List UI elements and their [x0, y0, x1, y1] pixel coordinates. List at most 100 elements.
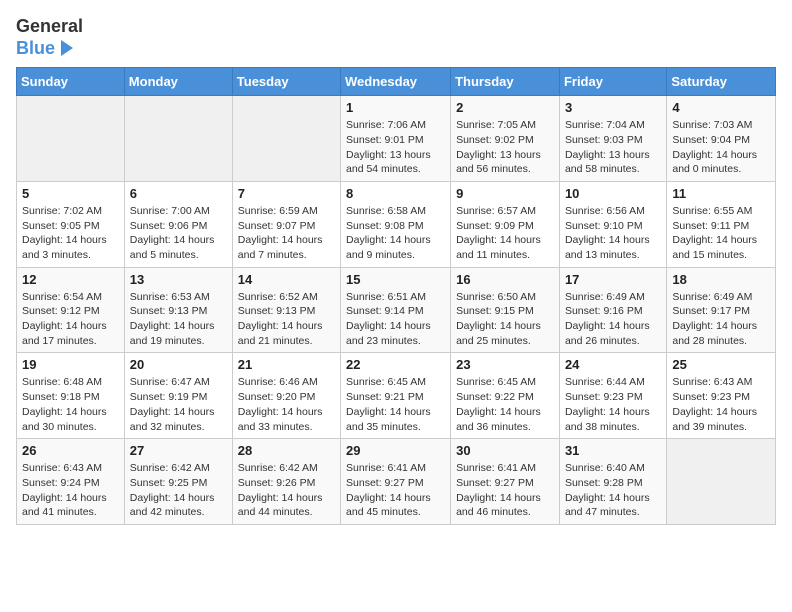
day-of-week-header: Tuesday — [232, 68, 340, 96]
day-info: Sunrise: 6:43 AMSunset: 9:24 PMDaylight:… — [22, 461, 119, 520]
day-number: 28 — [238, 443, 335, 458]
calendar-cell: 10 Sunrise: 6:56 AMSunset: 9:10 PMDayligh… — [559, 181, 666, 267]
day-number: 3 — [565, 100, 661, 115]
day-number: 9 — [456, 186, 554, 201]
calendar-cell: 27 Sunrise: 6:42 AMSunset: 9:25 PMDayligh… — [124, 439, 232, 525]
calendar-cell: 11 Sunrise: 6:55 AMSunset: 9:11 PMDayligh… — [667, 181, 776, 267]
day-info: Sunrise: 7:00 AMSunset: 9:06 PMDaylight:… — [130, 204, 227, 263]
day-number: 15 — [346, 272, 445, 287]
day-number: 8 — [346, 186, 445, 201]
day-number: 10 — [565, 186, 661, 201]
calendar-cell: 6 Sunrise: 7:00 AMSunset: 9:06 PMDaylight… — [124, 181, 232, 267]
calendar-cell: 25 Sunrise: 6:43 AMSunset: 9:23 PMDayligh… — [667, 353, 776, 439]
calendar-cell: 31 Sunrise: 6:40 AMSunset: 9:28 PMDayligh… — [559, 439, 666, 525]
calendar-cell: 2 Sunrise: 7:05 AMSunset: 9:02 PMDaylight… — [451, 96, 560, 182]
day-info: Sunrise: 6:42 AMSunset: 9:25 PMDaylight:… — [130, 461, 227, 520]
calendar-cell: 15 Sunrise: 6:51 AMSunset: 9:14 PMDayligh… — [341, 267, 451, 353]
day-number: 20 — [130, 357, 227, 372]
day-info: Sunrise: 7:05 AMSunset: 9:02 PMDaylight:… — [456, 118, 554, 177]
calendar-cell: 8 Sunrise: 6:58 AMSunset: 9:08 PMDaylight… — [341, 181, 451, 267]
day-number: 29 — [346, 443, 445, 458]
day-number: 14 — [238, 272, 335, 287]
day-number: 2 — [456, 100, 554, 115]
day-number: 25 — [672, 357, 770, 372]
calendar-cell — [232, 96, 340, 182]
day-info: Sunrise: 6:58 AMSunset: 9:08 PMDaylight:… — [346, 204, 445, 263]
day-number: 24 — [565, 357, 661, 372]
day-number: 12 — [22, 272, 119, 287]
logo: GeneralBlue — [16, 16, 83, 59]
day-number: 26 — [22, 443, 119, 458]
day-number: 13 — [130, 272, 227, 287]
day-info: Sunrise: 6:46 AMSunset: 9:20 PMDaylight:… — [238, 375, 335, 434]
day-info: Sunrise: 6:57 AMSunset: 9:09 PMDaylight:… — [456, 204, 554, 263]
calendar-cell — [667, 439, 776, 525]
day-info: Sunrise: 6:43 AMSunset: 9:23 PMDaylight:… — [672, 375, 770, 434]
day-of-week-header: Wednesday — [341, 68, 451, 96]
calendar-cell: 4 Sunrise: 7:03 AMSunset: 9:04 PMDaylight… — [667, 96, 776, 182]
day-info: Sunrise: 6:56 AMSunset: 9:10 PMDaylight:… — [565, 204, 661, 263]
day-info: Sunrise: 6:51 AMSunset: 9:14 PMDaylight:… — [346, 290, 445, 349]
day-number: 5 — [22, 186, 119, 201]
calendar-cell: 24 Sunrise: 6:44 AMSunset: 9:23 PMDayligh… — [559, 353, 666, 439]
day-info: Sunrise: 6:50 AMSunset: 9:15 PMDaylight:… — [456, 290, 554, 349]
calendar-cell: 16 Sunrise: 6:50 AMSunset: 9:15 PMDayligh… — [451, 267, 560, 353]
day-of-week-header: Thursday — [451, 68, 560, 96]
day-info: Sunrise: 6:44 AMSunset: 9:23 PMDaylight:… — [565, 375, 661, 434]
day-info: Sunrise: 6:45 AMSunset: 9:21 PMDaylight:… — [346, 375, 445, 434]
day-number: 6 — [130, 186, 227, 201]
calendar-cell — [124, 96, 232, 182]
calendar-cell: 26 Sunrise: 6:43 AMSunset: 9:24 PMDayligh… — [17, 439, 125, 525]
day-number: 4 — [672, 100, 770, 115]
day-info: Sunrise: 6:55 AMSunset: 9:11 PMDaylight:… — [672, 204, 770, 263]
day-info: Sunrise: 6:54 AMSunset: 9:12 PMDaylight:… — [22, 290, 119, 349]
calendar-cell: 22 Sunrise: 6:45 AMSunset: 9:21 PMDayligh… — [341, 353, 451, 439]
day-info: Sunrise: 6:41 AMSunset: 9:27 PMDaylight:… — [456, 461, 554, 520]
calendar-cell: 9 Sunrise: 6:57 AMSunset: 9:09 PMDaylight… — [451, 181, 560, 267]
day-of-week-header: Monday — [124, 68, 232, 96]
day-info: Sunrise: 6:45 AMSunset: 9:22 PMDaylight:… — [456, 375, 554, 434]
day-number: 16 — [456, 272, 554, 287]
day-of-week-header: Sunday — [17, 68, 125, 96]
day-number: 30 — [456, 443, 554, 458]
calendar-cell: 19 Sunrise: 6:48 AMSunset: 9:18 PMDayligh… — [17, 353, 125, 439]
day-info: Sunrise: 6:41 AMSunset: 9:27 PMDaylight:… — [346, 461, 445, 520]
day-info: Sunrise: 6:47 AMSunset: 9:19 PMDaylight:… — [130, 375, 227, 434]
day-info: Sunrise: 7:02 AMSunset: 9:05 PMDaylight:… — [22, 204, 119, 263]
day-number: 19 — [22, 357, 119, 372]
day-number: 31 — [565, 443, 661, 458]
day-info: Sunrise: 6:40 AMSunset: 9:28 PMDaylight:… — [565, 461, 661, 520]
day-info: Sunrise: 7:04 AMSunset: 9:03 PMDaylight:… — [565, 118, 661, 177]
day-number: 18 — [672, 272, 770, 287]
day-number: 17 — [565, 272, 661, 287]
day-info: Sunrise: 7:06 AMSunset: 9:01 PMDaylight:… — [346, 118, 445, 177]
calendar-table: SundayMondayTuesdayWednesdayThursdayFrid… — [16, 67, 776, 525]
calendar-cell: 29 Sunrise: 6:41 AMSunset: 9:27 PMDayligh… — [341, 439, 451, 525]
calendar-cell — [17, 96, 125, 182]
calendar-cell: 12 Sunrise: 6:54 AMSunset: 9:12 PMDayligh… — [17, 267, 125, 353]
calendar-cell: 30 Sunrise: 6:41 AMSunset: 9:27 PMDayligh… — [451, 439, 560, 525]
day-number: 22 — [346, 357, 445, 372]
day-number: 23 — [456, 357, 554, 372]
day-number: 7 — [238, 186, 335, 201]
calendar-cell: 28 Sunrise: 6:42 AMSunset: 9:26 PMDayligh… — [232, 439, 340, 525]
calendar-cell: 18 Sunrise: 6:49 AMSunset: 9:17 PMDayligh… — [667, 267, 776, 353]
calendar-cell: 14 Sunrise: 6:52 AMSunset: 9:13 PMDayligh… — [232, 267, 340, 353]
day-info: Sunrise: 6:49 AMSunset: 9:17 PMDaylight:… — [672, 290, 770, 349]
day-number: 11 — [672, 186, 770, 201]
day-info: Sunrise: 6:52 AMSunset: 9:13 PMDaylight:… — [238, 290, 335, 349]
day-of-week-header: Friday — [559, 68, 666, 96]
day-number: 27 — [130, 443, 227, 458]
day-number: 1 — [346, 100, 445, 115]
day-info: Sunrise: 7:03 AMSunset: 9:04 PMDaylight:… — [672, 118, 770, 177]
calendar-cell: 21Sunrise: 6:46 AMSunset: 9:20 PMDayligh… — [232, 353, 340, 439]
day-info: Sunrise: 6:59 AMSunset: 9:07 PMDaylight:… — [238, 204, 335, 263]
calendar-cell: 23 Sunrise: 6:45 AMSunset: 9:22 PMDayligh… — [451, 353, 560, 439]
day-info: Sunrise: 6:48 AMSunset: 9:18 PMDaylight:… — [22, 375, 119, 434]
calendar-cell: 13Sunrise: 6:53 AMSunset: 9:13 PMDayligh… — [124, 267, 232, 353]
day-info: Sunrise: 6:49 AMSunset: 9:16 PMDaylight:… — [565, 290, 661, 349]
calendar-cell: 20 Sunrise: 6:47 AMSunset: 9:19 PMDayligh… — [124, 353, 232, 439]
calendar-cell: 1 Sunrise: 7:06 AMSunset: 9:01 PMDaylight… — [341, 96, 451, 182]
calendar-cell: 3 Sunrise: 7:04 AMSunset: 9:03 PMDaylight… — [559, 96, 666, 182]
day-info: Sunrise: 6:42 AMSunset: 9:26 PMDaylight:… — [238, 461, 335, 520]
